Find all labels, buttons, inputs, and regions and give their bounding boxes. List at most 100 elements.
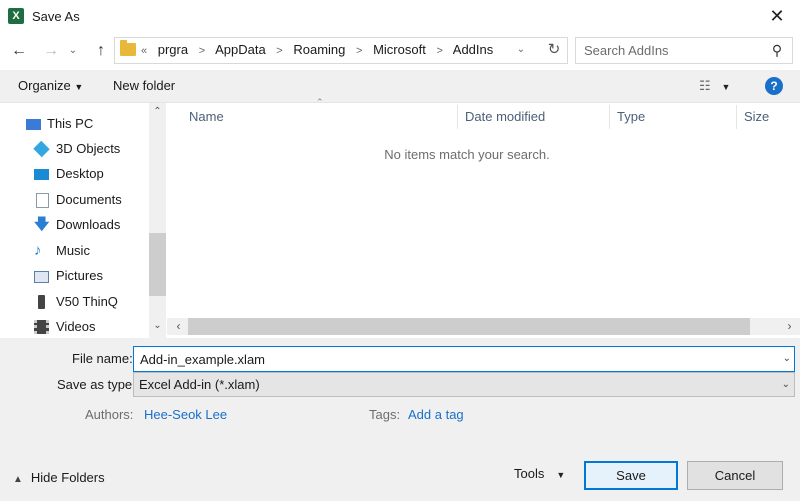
file-name-label: File name: xyxy=(72,351,133,366)
scroll-left-icon[interactable]: ‹ xyxy=(170,318,187,335)
title-bar: X Save As ✕ xyxy=(0,0,800,33)
sidebar-item-label: Pictures xyxy=(56,268,103,283)
nav-scrollbar-thumb[interactable] xyxy=(149,233,166,296)
chevron-right-icon[interactable]: > xyxy=(356,45,362,57)
navigation-pane: This PC 3D Objects Desktop Documents 🡇 D… xyxy=(0,103,166,338)
nav-scrollbar-track[interactable] xyxy=(149,103,166,338)
sidebar-item-label: Documents xyxy=(56,192,122,207)
sidebar-item-label: Music xyxy=(56,243,90,258)
save-as-type-select[interactable]: Excel Add-in (*.xlam) ⌄ xyxy=(133,372,795,397)
column-header-name[interactable]: Name xyxy=(189,103,224,130)
address-bar[interactable]: « prgra > AppData > Roaming > Microsoft … xyxy=(114,37,568,64)
documents-icon xyxy=(36,193,49,208)
column-divider[interactable] xyxy=(609,105,610,129)
column-header-date-modified[interactable]: Date modified xyxy=(465,103,545,130)
3d-objects-icon xyxy=(33,140,50,158)
organize-button[interactable]: Organize ▼ xyxy=(18,78,83,93)
sidebar-item-3d-objects[interactable]: 3D Objects xyxy=(20,137,148,161)
tools-button[interactable]: Tools ▼ xyxy=(514,466,565,481)
close-button[interactable]: ✕ xyxy=(754,0,800,33)
folder-icon xyxy=(120,40,136,56)
sidebar-item-label: Desktop xyxy=(56,166,104,181)
chevron-down-icon: ▼ xyxy=(556,470,566,480)
breadcrumb: « prgra > AppData > Roaming > Microsoft … xyxy=(141,42,500,57)
file-name-input[interactable] xyxy=(138,347,772,371)
save-as-type-value: Excel Add-in (*.xlam) xyxy=(139,377,260,392)
tags-label: Tags: xyxy=(369,407,401,422)
chevron-up-icon: ▲ xyxy=(13,474,23,485)
empty-message: No items match your search. xyxy=(384,147,550,162)
sort-ascending-icon: ⌃ xyxy=(316,97,324,107)
scroll-down-icon[interactable]: ⌄ xyxy=(149,318,166,334)
chevron-down-icon[interactable]: ⌄ xyxy=(783,349,791,369)
authors-link[interactable]: Hee-Seok Lee xyxy=(144,407,227,422)
column-header-type[interactable]: Type xyxy=(617,103,645,130)
address-dropdown-icon[interactable]: ⌄ xyxy=(513,39,529,61)
search-icon[interactable]: ⚲ xyxy=(768,41,786,59)
sidebar-item-downloads[interactable]: 🡇 Downloads xyxy=(20,213,148,237)
sidebar-item-documents[interactable]: Documents xyxy=(20,188,148,212)
hide-folders-button[interactable]: ▲ Hide Folders xyxy=(13,470,105,485)
search-box[interactable]: ⚲ xyxy=(575,37,793,64)
command-toolbar: Organize ▼ New folder ☷ ▼ ? xyxy=(0,70,800,103)
column-divider[interactable] xyxy=(457,105,458,129)
sidebar-item-videos[interactable]: Videos xyxy=(20,315,148,338)
forward-arrow-icon[interactable]: → xyxy=(40,40,62,62)
recent-locations-chevron-icon[interactable]: ⌄ xyxy=(66,40,80,62)
organize-label: Organize xyxy=(18,78,71,93)
back-arrow-icon[interactable]: ← xyxy=(8,40,30,62)
breadcrumb-item[interactable]: AppData xyxy=(215,42,266,57)
chevron-right-icon[interactable]: > xyxy=(276,45,282,57)
chevron-down-icon: ▼ xyxy=(721,82,731,92)
excel-app-icon: X xyxy=(8,8,24,24)
phone-icon xyxy=(38,295,45,309)
sidebar-item-label: V50 ThinQ xyxy=(56,294,118,309)
refresh-icon[interactable]: ↻ xyxy=(543,39,565,61)
tools-label: Tools xyxy=(514,466,545,481)
save-as-type-label: Save as type: xyxy=(57,377,136,392)
help-icon[interactable]: ? xyxy=(765,77,783,95)
search-input[interactable] xyxy=(582,40,761,61)
videos-icon xyxy=(34,320,49,334)
pictures-icon xyxy=(34,271,49,283)
file-list: ⌃ Name Date modified Type Size No items … xyxy=(167,97,800,338)
cancel-button[interactable]: Cancel xyxy=(687,461,783,490)
breadcrumb-item[interactable]: Roaming xyxy=(293,42,345,57)
breadcrumb-item[interactable]: prgra xyxy=(158,42,188,57)
window-title: Save As xyxy=(32,9,80,24)
sidebar-item-label: Videos xyxy=(56,319,96,334)
change-view-button[interactable]: ☷ ▼ xyxy=(699,78,730,94)
music-icon: ♪ xyxy=(34,242,42,259)
details-view-icon: ☷ xyxy=(699,78,711,93)
new-folder-button[interactable]: New folder xyxy=(113,78,175,93)
chevron-down-icon: ▼ xyxy=(74,82,84,92)
file-name-field[interactable]: ⌄ xyxy=(133,346,795,372)
sidebar-item-music[interactable]: ♪ Music xyxy=(20,239,148,263)
scroll-right-icon[interactable]: › xyxy=(781,318,798,335)
sidebar-item-label: 3D Objects xyxy=(56,141,121,156)
add-tag-link[interactable]: Add a tag xyxy=(408,407,464,422)
chevron-right-icon[interactable]: > xyxy=(436,45,442,57)
column-divider[interactable] xyxy=(736,105,737,129)
authors-label: Authors: xyxy=(85,407,134,422)
sidebar-item-label: Downloads xyxy=(56,217,121,232)
this-pc-icon xyxy=(26,119,41,130)
up-arrow-icon[interactable]: ↑ xyxy=(90,40,112,62)
overflow-chevron-icon[interactable]: « xyxy=(141,45,147,57)
sidebar-item-v50-thinq[interactable]: V50 ThinQ xyxy=(20,290,148,314)
breadcrumb-item[interactable]: Microsoft xyxy=(373,42,426,57)
sidebar-item-desktop[interactable]: Desktop xyxy=(20,162,148,186)
sidebar-item-label: This PC xyxy=(47,116,94,131)
hide-folders-label: Hide Folders xyxy=(30,470,105,485)
horizontal-scrollbar-thumb[interactable] xyxy=(188,318,750,335)
column-header-size[interactable]: Size xyxy=(744,103,769,130)
chevron-right-icon[interactable]: > xyxy=(199,45,205,57)
chevron-down-icon[interactable]: ⌄ xyxy=(782,375,790,395)
breadcrumb-item[interactable]: AddIns xyxy=(453,42,493,57)
sidebar-item-this-pc[interactable]: This PC xyxy=(20,112,148,136)
downloads-icon: 🡇 xyxy=(34,216,50,233)
sidebar-item-pictures[interactable]: Pictures xyxy=(20,264,148,288)
scroll-up-icon[interactable]: ⌃ xyxy=(149,104,166,120)
desktop-icon xyxy=(34,169,49,180)
save-button[interactable]: Save xyxy=(584,461,678,490)
